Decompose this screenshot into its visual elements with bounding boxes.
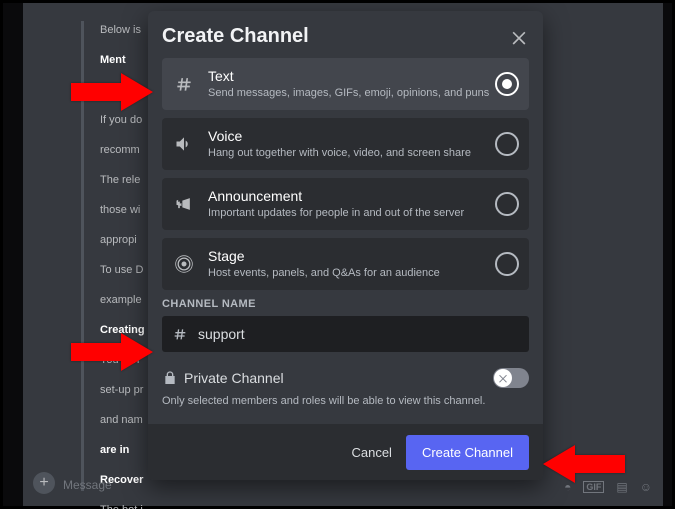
private-channel-desc: Only selected members and roles will be … — [162, 394, 529, 408]
radio-unselected[interactable] — [495, 132, 519, 156]
cancel-button[interactable]: Cancel — [337, 437, 405, 468]
channel-type-desc: Important updates for people in and out … — [208, 206, 495, 220]
channel-type-desc: Send messages, images, GIFs, emoji, opin… — [208, 86, 495, 100]
speaker-icon — [172, 134, 196, 154]
annotation-arrow — [71, 333, 153, 371]
channel-type-desc: Host events, panels, and Q&As for an aud… — [208, 266, 495, 280]
channel-name-input[interactable] — [196, 325, 519, 343]
channel-type-label: Voice — [208, 128, 495, 144]
create-channel-modal: Create Channel Text Send messages, image… — [148, 11, 543, 480]
lock-icon — [162, 370, 178, 386]
radio-unselected[interactable] — [495, 252, 519, 276]
attach-button[interactable]: + — [33, 472, 55, 494]
channel-type-label: Stage — [208, 248, 495, 264]
channel-type-text[interactable]: Text Send messages, images, GIFs, emoji,… — [162, 58, 529, 110]
channel-type-desc: Hang out together with voice, video, and… — [208, 146, 495, 160]
emoji-icon[interactable]: ☺ — [640, 480, 652, 494]
close-icon[interactable] — [509, 27, 529, 47]
radio-unselected[interactable] — [495, 192, 519, 216]
megaphone-icon — [172, 194, 196, 214]
channel-name-input-wrap[interactable] — [162, 316, 529, 352]
annotation-arrow — [543, 445, 625, 483]
hash-icon — [172, 326, 188, 342]
private-channel-label: Private Channel — [162, 370, 493, 386]
modal-title: Create Channel — [162, 25, 309, 48]
channel-name-label: CHANNEL NAME — [162, 298, 529, 310]
channel-type-stage[interactable]: Stage Host events, panels, and Q&As for … — [162, 238, 529, 290]
channel-type-label: Text — [208, 68, 495, 84]
private-channel-toggle[interactable] — [493, 368, 529, 388]
channel-type-label: Announcement — [208, 188, 495, 204]
annotation-arrow — [71, 73, 153, 111]
channel-type-voice[interactable]: Voice Hang out together with voice, vide… — [162, 118, 529, 170]
hash-icon — [172, 74, 196, 94]
stage-icon — [172, 254, 196, 274]
radio-selected[interactable] — [495, 72, 519, 96]
close-icon — [497, 372, 509, 384]
channel-type-announcement[interactable]: Announcement Important updates for peopl… — [162, 178, 529, 230]
modal-footer: Cancel Create Channel — [148, 424, 543, 480]
create-channel-button[interactable]: Create Channel — [406, 435, 529, 470]
message-input-placeholder[interactable]: Message — [63, 478, 112, 492]
